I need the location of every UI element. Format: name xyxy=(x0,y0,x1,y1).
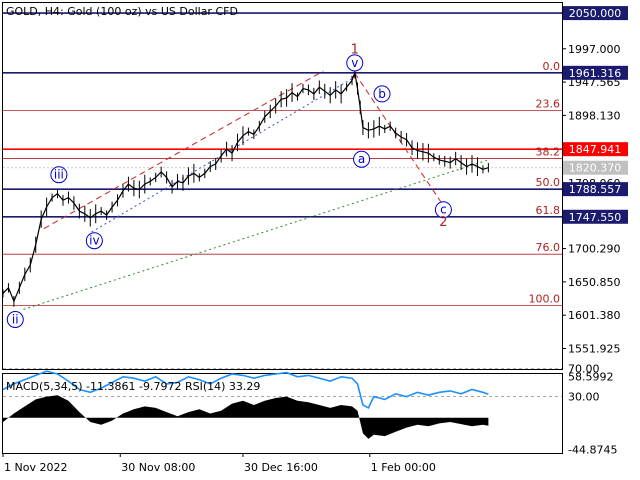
x-tick-label: 1 Nov 2022 xyxy=(4,461,67,474)
fib-label: 0.0 xyxy=(543,60,561,73)
wave-label: a xyxy=(358,152,365,166)
price-label: 1847.941 xyxy=(569,143,622,156)
fib-label: 100.0 xyxy=(529,292,561,305)
price-label: 1961.316 xyxy=(569,67,622,80)
indicator-title: MACD(5,34,5) -11.3861 -9.7972 RSI(14) 33… xyxy=(6,380,260,393)
wave-label: b xyxy=(378,87,386,101)
y-tick-label: 1997.000 xyxy=(568,43,621,56)
y-tick-label: 1601.380 xyxy=(568,309,621,322)
wave-label: iv xyxy=(89,234,99,248)
fib-label: 50.0 xyxy=(536,176,561,189)
y-tick-label: 1700.290 xyxy=(568,243,621,256)
indicator-y-tick-label: 70.00 xyxy=(568,362,600,375)
wave-label: 1 xyxy=(351,42,359,57)
price-panel-frame xyxy=(2,2,563,370)
price-chart: 0.023.638.250.061.876.0100.0iiiiiivv1abc… xyxy=(0,0,640,480)
price-label: 1747.550 xyxy=(569,211,622,224)
indicator-y-tick-label: 30.00 xyxy=(568,391,600,404)
fib-label: 23.6 xyxy=(536,97,561,110)
x-tick-label: 1 Feb 00:00 xyxy=(371,461,436,474)
wave-label: iii xyxy=(54,168,64,182)
y-tick-label: 1898.130 xyxy=(568,109,621,122)
x-tick-label: 30 Dec 16:00 xyxy=(244,461,318,474)
wave-label: ii xyxy=(12,312,19,326)
indicator-y-tick-label: -44.8745 xyxy=(568,443,617,456)
y-tick-label: 1551.925 xyxy=(568,343,621,356)
wave-label: 2 xyxy=(439,215,447,230)
fib-label: 76.0 xyxy=(536,241,561,254)
price-label: 2050.000 xyxy=(569,7,622,20)
chart-title: GOLD, H4: Gold (100 oz) vs US Dollar CFD xyxy=(6,5,238,18)
fib-label: 38.2 xyxy=(536,146,561,159)
fib-label: 61.8 xyxy=(536,204,561,217)
y-tick-label: 1650.850 xyxy=(568,276,621,289)
price-label: 1788.557 xyxy=(569,183,622,196)
x-tick-label: 30 Nov 08:00 xyxy=(121,461,195,474)
wave-label: v xyxy=(351,56,358,70)
price-label: 1820.370 xyxy=(569,162,622,175)
